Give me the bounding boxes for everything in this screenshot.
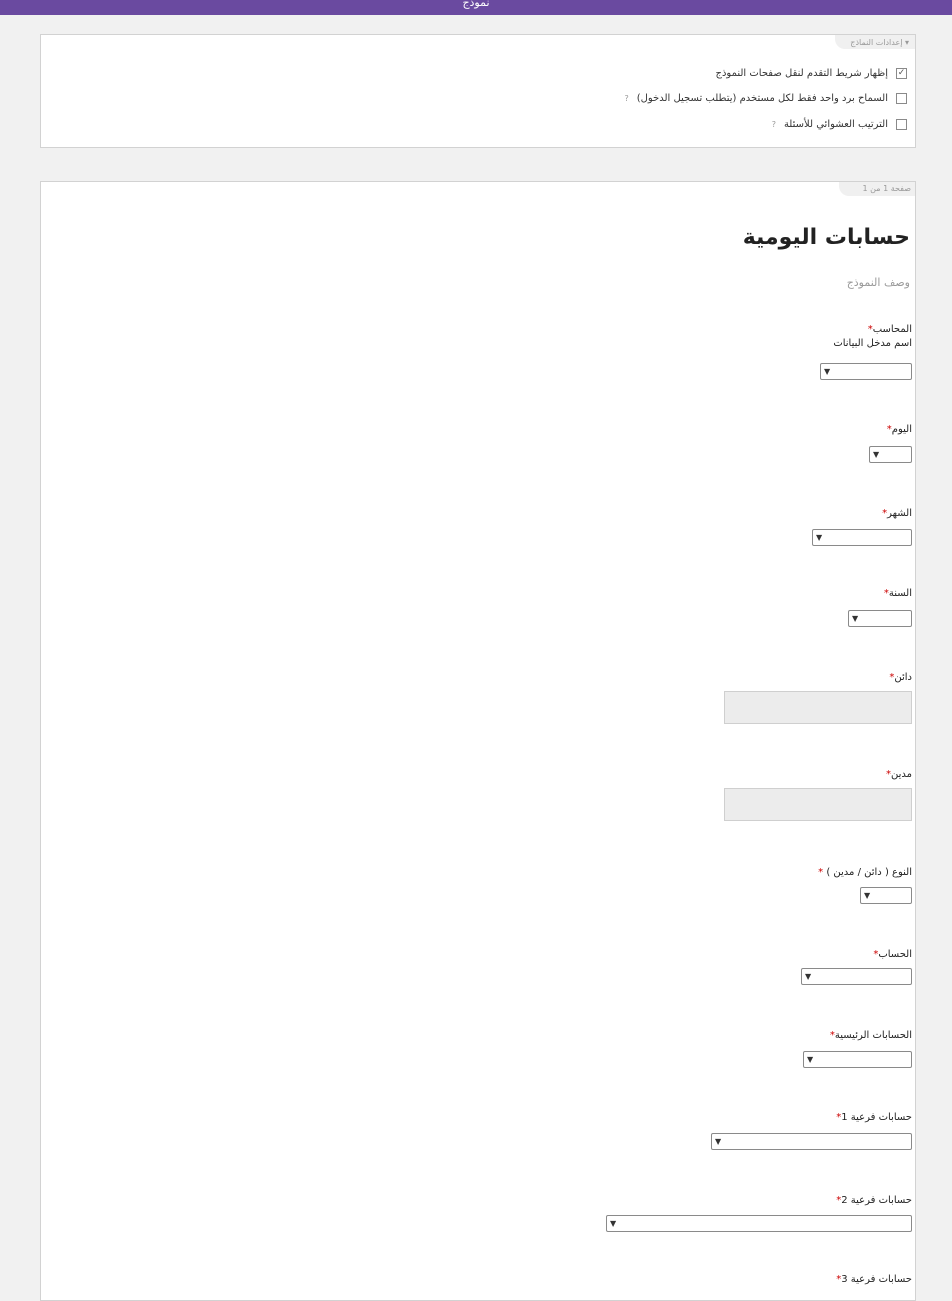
checkbox-one-response[interactable] [896,93,907,104]
accountant-dropdown[interactable]: ▼ [820,363,912,380]
help-icon[interactable]: ? [772,120,776,129]
sub-accounts-1-dropdown[interactable]: ▼ [711,1133,912,1150]
dropdown-arrow-icon: ▼ [864,891,871,900]
form-settings-panel: ▾ إعدادات النماذج ✓ إظهار شريط التقدم لن… [40,34,916,148]
type-dropdown[interactable]: ▼ [860,887,912,904]
form-title[interactable]: حسابات اليومية [743,225,910,250]
day-dropdown[interactable]: ▼ [869,446,912,463]
field-label-sub-accounts-1: حسابات فرعية 1* [836,1112,912,1123]
checkbox-progress-bar[interactable]: ✓ [896,68,907,79]
dropdown-arrow-icon: ▼ [715,1137,722,1146]
field-label-month: الشهر* [882,508,912,519]
year-dropdown[interactable]: ▼ [848,610,912,627]
dropdown-arrow-icon: ▼ [852,614,859,623]
option-one-response-label: السماح برد واحد فقط لكل مستخدم (يتطلب تس… [636,93,888,104]
field-label-year: السنة* [883,588,912,599]
help-icon[interactable]: ? [624,94,628,103]
debit-input[interactable] [724,788,912,821]
dropdown-arrow-icon: ▼ [805,972,812,981]
form-description[interactable]: وصف النموذج [847,276,910,289]
chevron-down-icon: ▾ [904,38,909,47]
dropdown-arrow-icon: ▼ [807,1055,814,1064]
option-progress-bar-label: إظهار شريط التقدم لنقل صفحات النموذج [715,68,889,79]
month-dropdown[interactable]: ▼ [812,529,912,546]
field-label-account: الحساب* [873,949,912,960]
top-bar: نموذج [0,0,952,15]
field-label-debit: مدين* [885,769,912,780]
option-progress-bar[interactable]: ✓ إظهار شريط التقدم لنقل صفحات النموذج [715,68,907,79]
option-one-response[interactable]: السماح برد واحد فقط لكل مستخدم (يتطلب تس… [624,93,907,104]
credit-input[interactable] [724,691,912,724]
field-label-sub-accounts-2: حسابات فرعية 2* [836,1195,912,1206]
account-dropdown[interactable]: ▼ [801,968,912,985]
dropdown-arrow-icon: ▼ [873,450,880,459]
field-label-day: اليوم* [886,424,912,435]
field-label-main-accounts: الحسابات الرئيسية* [829,1030,912,1041]
form-card: صفحة 1 من 1 حسابات اليومية وصف النموذج ا… [40,181,916,1301]
option-shuffle[interactable]: الترتيب العشوائي للأسئلة ? [772,119,907,130]
field-label-type: النوع ( دائن / مدين ) * [818,867,912,878]
checkbox-shuffle[interactable] [896,119,907,130]
field-label-credit: دائن* [889,672,912,683]
field-help-accountant: اسم مدخل البيانات [833,338,912,349]
dropdown-arrow-icon: ▼ [610,1219,617,1228]
settings-toggle[interactable]: ▾ إعدادات النماذج [850,38,909,47]
main-accounts-dropdown[interactable]: ▼ [803,1051,912,1068]
field-label-accountant: المحاسب* [867,324,912,335]
sub-accounts-2-dropdown[interactable]: ▼ [606,1215,912,1232]
dropdown-arrow-icon: ▼ [824,367,831,376]
option-shuffle-label: الترتيب العشوائي للأسئلة [783,119,888,130]
page-indicator: صفحة 1 من 1 [862,184,912,193]
settings-section-label: إعدادات النماذج [850,38,903,47]
app-title: نموذج [462,0,490,9]
dropdown-arrow-icon: ▼ [816,533,823,542]
